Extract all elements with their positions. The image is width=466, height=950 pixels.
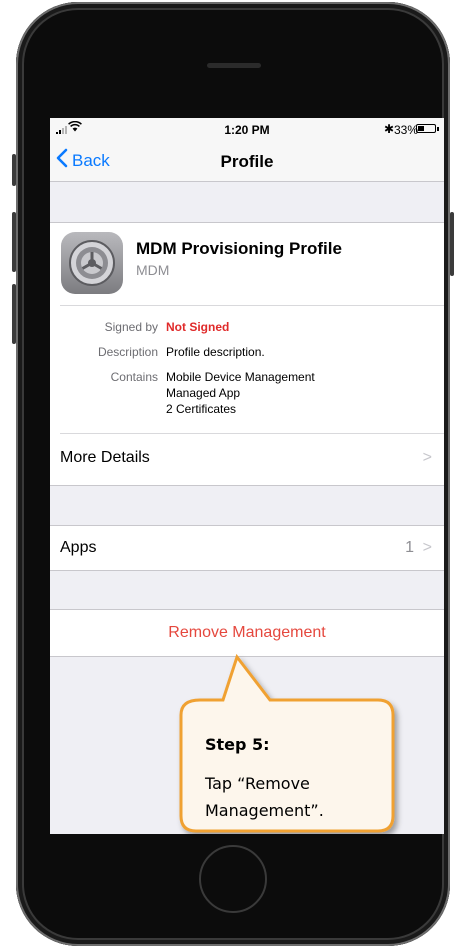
volume-down-button <box>12 284 16 344</box>
remove-management-label: Remove Management <box>168 624 326 641</box>
page-title: Profile <box>220 152 274 171</box>
remove-management-button[interactable]: Remove Management <box>50 609 444 657</box>
callout-title: Step 5: <box>205 735 270 754</box>
bluetooth-icon: ✱ <box>384 122 395 136</box>
settings-gear-icon <box>61 232 123 294</box>
apps-count: 1 <box>405 539 414 556</box>
chevron-right-icon: > <box>422 449 432 466</box>
earpiece-speaker <box>207 63 261 68</box>
callout-line-1: Tap “Remove <box>205 774 310 793</box>
chevron-right-icon: > <box>422 539 432 556</box>
more-details-row[interactable]: More Details > <box>50 434 444 486</box>
signed-by-label: Signed by <box>104 320 158 334</box>
description-value: Profile description. <box>166 345 265 359</box>
mute-switch <box>12 154 16 186</box>
apps-label: Apps <box>60 539 97 556</box>
contains-value: Mobile Device Management <box>166 370 315 384</box>
callout-body: Tap “Remove Management”. <box>205 770 375 824</box>
profile-subtitle: MDM <box>136 262 170 278</box>
description-label: Description <box>97 345 158 359</box>
profile-card: MDM Provisioning Profile MDM Signed by N… <box>50 222 444 486</box>
divider <box>60 305 444 306</box>
contains-value-2: Managed App <box>166 386 241 400</box>
battery-icon <box>416 124 436 133</box>
navigation-bar: Back Profile <box>50 142 444 182</box>
status-bar: 1:20 PM ✱ 33% <box>50 118 444 142</box>
contains-label: Contains <box>110 370 158 384</box>
apps-row[interactable]: Apps 1 > <box>50 525 444 571</box>
contains-value-3: 2 Certificates <box>166 402 237 416</box>
signed-by-value: Not Signed <box>166 320 230 334</box>
battery-tip <box>437 127 439 131</box>
volume-up-button <box>12 212 16 272</box>
power-button <box>450 212 454 276</box>
battery-percent: 33% <box>394 123 419 137</box>
profile-name: MDM Provisioning Profile <box>136 239 342 258</box>
more-details-label: More Details <box>60 449 150 466</box>
callout-line-2: Management”. <box>205 801 324 820</box>
screen: 1:20 PM ✱ 33% Back Profile MDM Provision… <box>50 118 444 834</box>
home-button[interactable] <box>199 845 267 913</box>
